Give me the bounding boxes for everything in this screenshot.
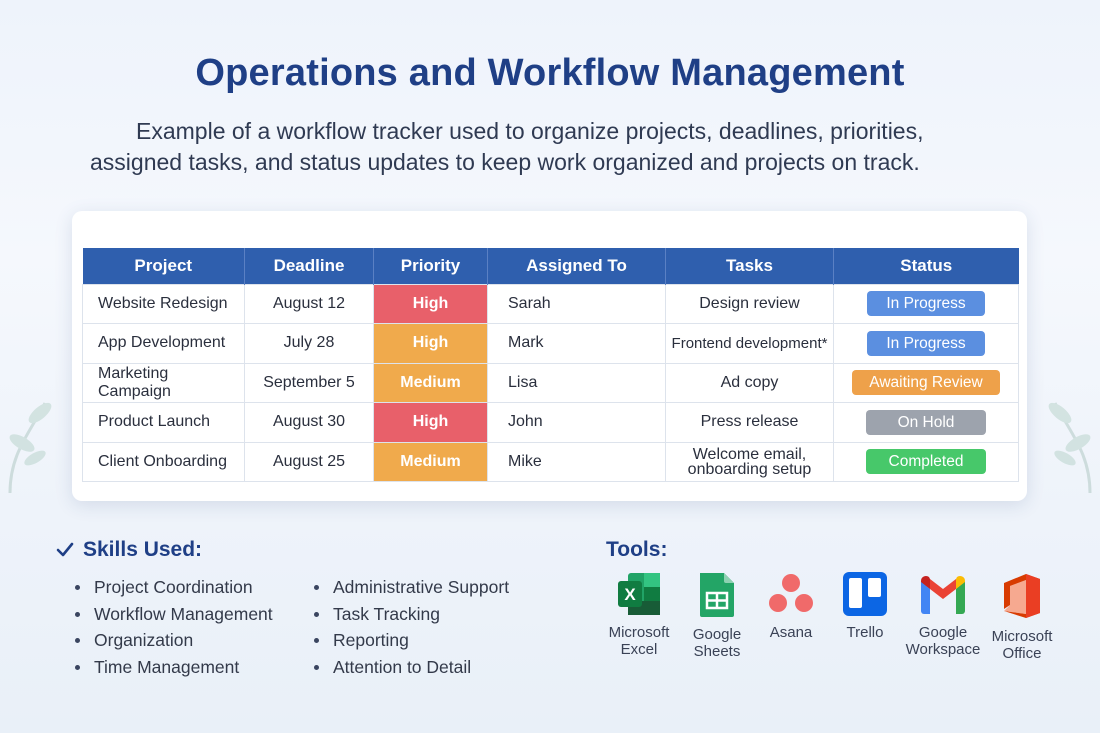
plant-decoration-icon	[8, 402, 52, 493]
status-badge: Awaiting Review	[852, 370, 1000, 396]
workflow-tracker-card: Project Deadline Priority Assigned To Ta…	[72, 211, 1027, 501]
list-item: Time Management	[75, 654, 273, 681]
priority-cell: Medium	[373, 362, 488, 403]
excel-icon: X	[618, 573, 660, 615]
trello-icon	[843, 572, 887, 616]
tasks-cell: Design review	[665, 283, 834, 324]
project-cell: Client Onboarding	[82, 441, 245, 482]
tool-trello: Trello	[825, 571, 905, 641]
project-cell: Product Launch	[82, 402, 245, 443]
priority-cell: High	[373, 402, 488, 443]
table-row[interactable]: Website Redesign August 12 High Sarah De…	[82, 283, 1019, 324]
list-item: Administrative Support	[314, 574, 509, 601]
tool-label: Microsoft Excel	[608, 624, 670, 658]
deadline-cell: August 30	[244, 402, 374, 443]
priority-cell: High	[373, 283, 488, 324]
table-row[interactable]: Client Onboarding August 25 Medium Mike …	[82, 441, 1019, 482]
workflow-tracker-table: Project Deadline Priority Assigned To Ta…	[82, 248, 1019, 482]
status-cell: On Hold	[833, 402, 1019, 443]
column-header-assigned-to[interactable]: Assigned To	[487, 248, 666, 284]
tool-microsoft-excel: X Microsoft Excel	[599, 571, 679, 658]
project-cell: Marketing Campaign	[82, 362, 245, 403]
assigned-cell: John	[487, 402, 666, 443]
tasks-cell: Press release	[665, 402, 834, 443]
svg-text:X: X	[624, 585, 636, 604]
tool-label: Microsoft Office	[991, 628, 1053, 662]
office-icon	[1004, 574, 1040, 618]
column-header-tasks[interactable]: Tasks	[665, 248, 834, 284]
asana-icon	[769, 574, 813, 612]
tasks-line: Welcome email,	[692, 445, 807, 463]
table-row[interactable]: Marketing Campaign September 5 Medium Li…	[82, 362, 1019, 403]
assigned-cell: Lisa	[487, 362, 666, 403]
list-item: Reporting	[314, 627, 509, 654]
status-cell: In Progress	[833, 323, 1019, 364]
deadline-cell: August 25	[244, 441, 374, 482]
tasks-cell: Frontend development*	[665, 323, 834, 364]
tasks-cell: Ad copy	[665, 362, 834, 403]
assigned-cell: Mark	[487, 323, 666, 364]
column-header-project[interactable]: Project	[82, 248, 245, 284]
list-item: Attention to Detail	[314, 654, 509, 681]
plant-decoration-icon	[1048, 402, 1092, 493]
tools-heading: Tools:	[606, 538, 668, 561]
google-sheets-icon	[700, 573, 734, 617]
deadline-cell: August 12	[244, 283, 374, 324]
tool-microsoft-office: Microsoft Office	[982, 571, 1062, 662]
table-header-row: Project Deadline Priority Assigned To Ta…	[82, 248, 1019, 284]
tool-asana: Asana	[751, 571, 831, 641]
status-cell: In Progress	[833, 283, 1019, 324]
table-row[interactable]: Product Launch August 30 High John Press…	[82, 402, 1019, 443]
project-cell: Website Redesign	[82, 283, 245, 324]
tasks-cell: Welcome email, onboarding setup	[665, 441, 834, 482]
tool-label: Trello	[846, 624, 884, 641]
assigned-cell: Mike	[487, 441, 666, 482]
tool-google-sheets: Google Sheets	[677, 571, 757, 660]
list-item: Task Tracking	[314, 601, 509, 628]
deadline-cell: September 5	[244, 362, 374, 403]
status-badge: Completed	[866, 449, 986, 475]
tool-label: Google Workspace	[905, 624, 981, 658]
column-header-deadline[interactable]: Deadline	[244, 248, 374, 284]
status-badge: In Progress	[867, 291, 985, 317]
tool-google-workspace: Google Workspace	[903, 571, 983, 658]
gmail-icon	[921, 576, 965, 614]
page-subtitle: Example of a workflow tracker used to or…	[90, 118, 924, 175]
page-title: Operations and Workflow Management	[195, 52, 905, 94]
assigned-cell: Sarah	[487, 283, 666, 324]
priority-cell: High	[373, 323, 488, 364]
column-header-status[interactable]: Status	[833, 248, 1019, 284]
skills-heading-label: Skills Used:	[83, 538, 203, 561]
status-cell: Awaiting Review	[833, 362, 1019, 403]
skills-list: Project Coordination Workflow Management…	[75, 574, 273, 680]
project-cell: App Development	[82, 323, 245, 364]
status-cell: Completed	[833, 441, 1019, 482]
tool-label: Asana	[769, 624, 813, 641]
checkmark-icon	[56, 542, 74, 557]
tool-label: Google Sheets	[692, 626, 742, 660]
column-header-priority[interactable]: Priority	[373, 248, 488, 284]
skills-heading: Skills Used:	[55, 538, 202, 562]
list-item: Organization	[75, 627, 273, 654]
list-item: Workflow Management	[75, 601, 273, 628]
table-row[interactable]: App Development July 28 High Mark Fronte…	[82, 323, 1019, 364]
tasks-line: onboarding setup	[687, 460, 812, 478]
status-badge: In Progress	[867, 330, 985, 356]
list-item: Project Coordination	[75, 574, 273, 601]
status-badge: On Hold	[866, 409, 986, 435]
skills-list: Administrative Support Task Tracking Rep…	[314, 574, 509, 680]
priority-cell: Medium	[373, 441, 488, 482]
deadline-cell: July 28	[244, 323, 374, 364]
